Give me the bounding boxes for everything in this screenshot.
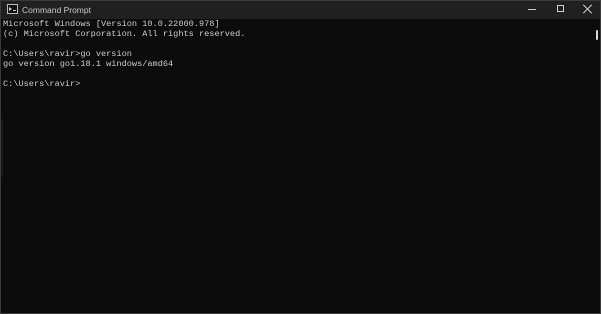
title-bar[interactable]: Command Prompt bbox=[1, 1, 600, 19]
vertical-scrollbar[interactable] bbox=[595, 19, 600, 313]
command-prompt-window: Command Prompt Microsoft Windows [Versio… bbox=[0, 0, 601, 314]
window-title: Command Prompt bbox=[22, 5, 91, 15]
console-prompt[interactable]: C:\Users\ravir> bbox=[3, 79, 595, 89]
minimize-icon bbox=[528, 9, 536, 10]
maximize-icon bbox=[557, 5, 564, 12]
console-line-command: C:\Users\ravir>go version bbox=[3, 49, 132, 59]
console-line-copyright: (c) Microsoft Corporation. All rights re… bbox=[3, 29, 246, 39]
console-output[interactable]: Microsoft Windows [Version 10.0.22000.97… bbox=[1, 19, 595, 313]
close-icon bbox=[583, 4, 593, 14]
window-edge bbox=[1, 119, 3, 177]
minimize-button[interactable] bbox=[519, 1, 547, 19]
terminal-icon[interactable] bbox=[7, 4, 18, 14]
close-button[interactable] bbox=[574, 1, 600, 19]
console-line-version: Microsoft Windows [Version 10.0.22000.97… bbox=[3, 19, 220, 29]
maximize-button[interactable] bbox=[547, 1, 575, 19]
scrollbar-thumb[interactable] bbox=[596, 30, 598, 40]
console-line-output: go version go1.18.1 windows/amd64 bbox=[3, 59, 174, 69]
